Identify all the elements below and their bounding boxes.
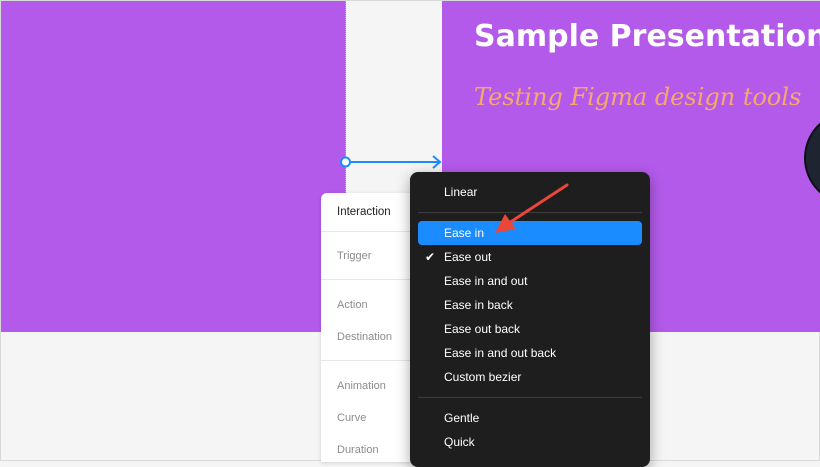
slide-title: Sample Presentation (474, 19, 820, 54)
menu-item-ease-in-back[interactable]: Ease in back (418, 293, 642, 317)
panel-divider (321, 360, 421, 361)
action-label[interactable]: Action (337, 299, 368, 311)
destination-label[interactable]: Destination (337, 331, 392, 343)
menu-item-label: Ease in (444, 226, 485, 240)
menu-item-gentle[interactable]: Gentle (418, 406, 642, 430)
menu-item-label: Ease in back (444, 298, 513, 312)
slide-subtitle: Testing Figma design tools (474, 83, 802, 111)
trigger-label[interactable]: Trigger (337, 250, 371, 262)
menu-item-label: Ease in and out (444, 274, 528, 288)
menu-item-ease-in-and-out-back[interactable]: Ease in and out back (418, 341, 642, 365)
menu-item-label: Ease in and out back (444, 346, 557, 360)
interaction-panel: Interaction Trigger Action Destination A… (321, 193, 421, 462)
menu-item-quick[interactable]: Quick (418, 430, 642, 454)
design-canvas[interactable]: Sample Presentation Testing Figma design… (0, 0, 820, 467)
menu-item-ease-in-and-out[interactable]: Ease in and out (418, 269, 642, 293)
duration-label[interactable]: Duration (337, 444, 379, 456)
checkmark-icon: ✔ (425, 250, 436, 264)
slide-image-circle (804, 111, 820, 205)
menu-item-label: Ease out back (444, 322, 521, 336)
animation-label[interactable]: Animation (337, 380, 386, 392)
menu-separator (418, 397, 642, 398)
menu-item-ease-out[interactable]: ✔ Ease out (418, 245, 642, 269)
source-frame[interactable] (1, 1, 346, 332)
menu-item-label: Linear (444, 185, 478, 199)
interaction-header: Interaction (337, 206, 391, 218)
menu-item-label: Gentle (444, 411, 480, 425)
panel-divider (321, 231, 421, 232)
menu-item-label: Custom bezier (444, 370, 522, 384)
prototype-connection-arrow-icon[interactable] (337, 151, 447, 173)
menu-item-label: Quick (444, 435, 475, 449)
red-callout-arrow-icon (495, 183, 569, 233)
panel-divider (321, 279, 421, 280)
menu-item-ease-out-back[interactable]: Ease out back (418, 317, 642, 341)
menu-item-label: Ease out (444, 250, 492, 264)
menu-item-custom-bezier[interactable]: Custom bezier (418, 365, 642, 389)
curve-label[interactable]: Curve (337, 412, 366, 424)
